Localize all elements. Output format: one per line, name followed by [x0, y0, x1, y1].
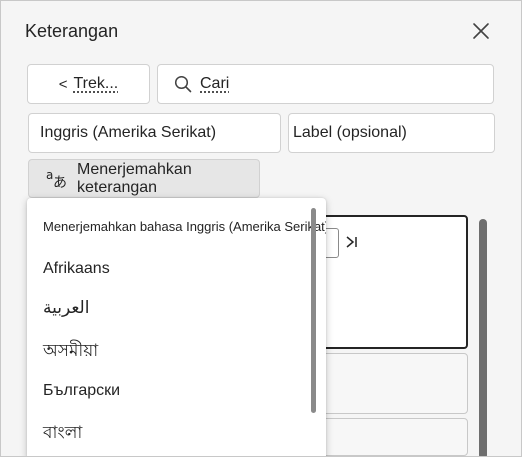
close-icon	[473, 23, 489, 39]
back-button[interactable]: < Trek...	[27, 64, 150, 104]
search-placeholder: Cari	[200, 75, 230, 92]
translate-captions-button[interactable]: a あ Menerjemahkan keterangan	[28, 159, 260, 198]
translate-language-dropdown: Menerjemahkan bahasa Inggris (Amerika Se…	[27, 198, 326, 456]
back-button-label: Trek...	[73, 75, 119, 92]
language-option[interactable]: Български	[43, 382, 120, 400]
label-input-placeholder: Label (opsional)	[293, 124, 407, 141]
language-select[interactable]: Inggris (Amerika Serikat)	[28, 113, 281, 153]
panel-scrollbar[interactable]	[479, 219, 487, 456]
language-select-value: Inggris (Amerika Serikat)	[40, 124, 217, 141]
search-input[interactable]: Cari	[157, 64, 494, 104]
dropdown-scrollbar[interactable]	[311, 208, 316, 413]
translate-icon: a あ	[45, 168, 69, 190]
caption-row[interactable]	[301, 418, 468, 456]
language-option[interactable]: অসমীয়া	[43, 338, 98, 366]
translate-captions-label: Menerjemahkan keterangan	[77, 160, 192, 196]
language-option[interactable]: Afrikaans	[43, 260, 110, 278]
caption-row[interactable]	[301, 353, 468, 414]
close-button[interactable]	[467, 17, 495, 45]
skip-next-icon[interactable]	[345, 235, 359, 249]
panel-title: Keterangan	[25, 21, 119, 41]
back-chevron-icon: <	[58, 75, 68, 93]
label-input[interactable]: Label (opsional)	[288, 113, 495, 153]
captions-panel: Keterangan < Trek... Cari Inggris (Ameri…	[0, 0, 522, 457]
language-option[interactable]: العربية	[43, 298, 89, 318]
search-icon	[174, 75, 192, 93]
language-option[interactable]: বাংলা	[43, 420, 82, 448]
svg-text:あ: あ	[53, 175, 67, 190]
dropdown-header: Menerjemahkan bahasa Inggris (Amerika Se…	[43, 219, 326, 234]
